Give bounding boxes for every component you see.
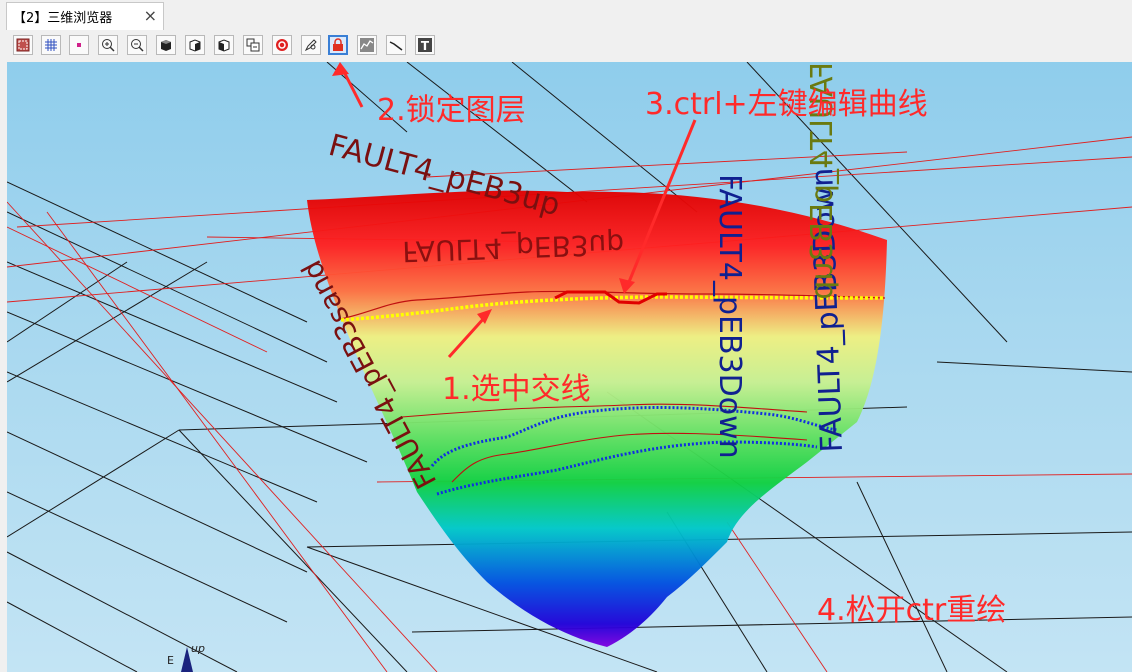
cube-top-button[interactable] [214, 35, 234, 55]
layer-icon [246, 38, 260, 52]
select-region-button[interactable] [13, 35, 33, 55]
toolbar: T [0, 31, 1132, 62]
grid-icon [45, 39, 57, 51]
lock-icon [333, 38, 343, 51]
svg-text:T: T [421, 39, 430, 52]
stop-button[interactable] [272, 35, 292, 55]
axis-east-label: E [167, 654, 174, 667]
cube-side-button[interactable] [185, 35, 205, 55]
text-button[interactable]: T [415, 35, 435, 55]
zoom-out-icon [131, 39, 144, 52]
cube-top-icon [218, 39, 230, 52]
pen-icon [304, 39, 317, 52]
zoom-in-icon [102, 39, 115, 52]
lock-layer-button[interactable] [328, 35, 348, 55]
stop-icon [276, 39, 288, 51]
pen-button[interactable] [301, 35, 321, 55]
line-button[interactable] [386, 35, 406, 55]
3d-viewport[interactable]: FAULT4_pEB3up FAULT4_pEB3sand FAULT4_pEB… [7, 62, 1132, 672]
annotation-step3: 3.ctrl+左键编辑曲线 [645, 87, 928, 122]
annotation-step1: 1.选中交线 [442, 372, 591, 407]
zoom-out-button[interactable] [127, 35, 147, 55]
select-region-icon [16, 38, 30, 52]
layer-button[interactable] [243, 35, 263, 55]
curve-icon [360, 38, 374, 52]
3d-scene[interactable]: FAULT4_pEB3up FAULT4_pEB3sand FAULT4_pEB… [7, 62, 1132, 672]
line-icon [389, 41, 403, 51]
tab-3d-browser[interactable]: 【2】三维浏览器 × [6, 2, 164, 30]
tab-bar: 【2】三维浏览器 × [0, 0, 1132, 32]
close-icon[interactable]: × [144, 6, 157, 26]
cube-side-icon [189, 39, 201, 52]
label-center-vertical: FAULT4_pEB3Down [712, 174, 747, 459]
point-button[interactable] [69, 35, 89, 55]
annotation-step2: 2.锁定图层 [377, 93, 526, 128]
grid-button[interactable] [41, 35, 61, 55]
axis-up-label: up [191, 642, 205, 655]
curve-button[interactable] [357, 35, 377, 55]
annotation-step4: 4.松开ctr重绘 [817, 593, 1006, 628]
point-icon [77, 43, 81, 47]
text-icon: T [418, 38, 432, 52]
cube-front-button[interactable] [156, 35, 176, 55]
cube-icon [161, 40, 171, 51]
zoom-in-button[interactable] [98, 35, 118, 55]
axis-indicator: up E [167, 642, 205, 672]
tab-title: 【2】三维浏览器 [13, 11, 113, 26]
